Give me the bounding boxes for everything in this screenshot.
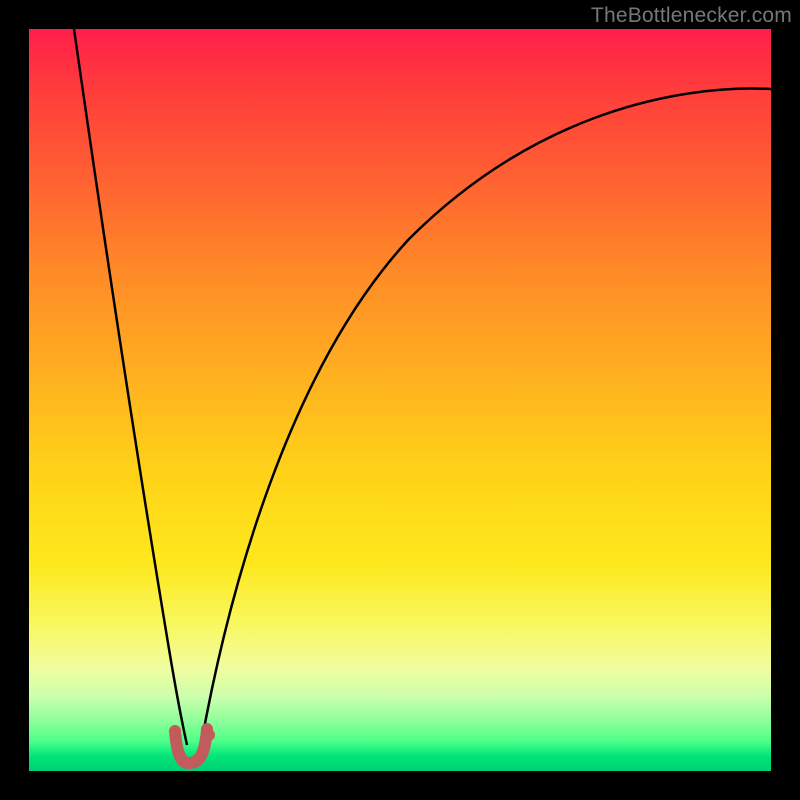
- curve-right-branch: [201, 89, 771, 745]
- watermark-label: TheBottlenecker.com: [591, 4, 792, 28]
- curve-layer: [29, 29, 771, 771]
- notch-marker: [175, 729, 207, 763]
- notch-cap-icon: [203, 729, 215, 741]
- curve-left-branch: [74, 29, 187, 745]
- plot-area: [29, 29, 771, 771]
- chart-frame: TheBottlenecker.com: [0, 0, 800, 800]
